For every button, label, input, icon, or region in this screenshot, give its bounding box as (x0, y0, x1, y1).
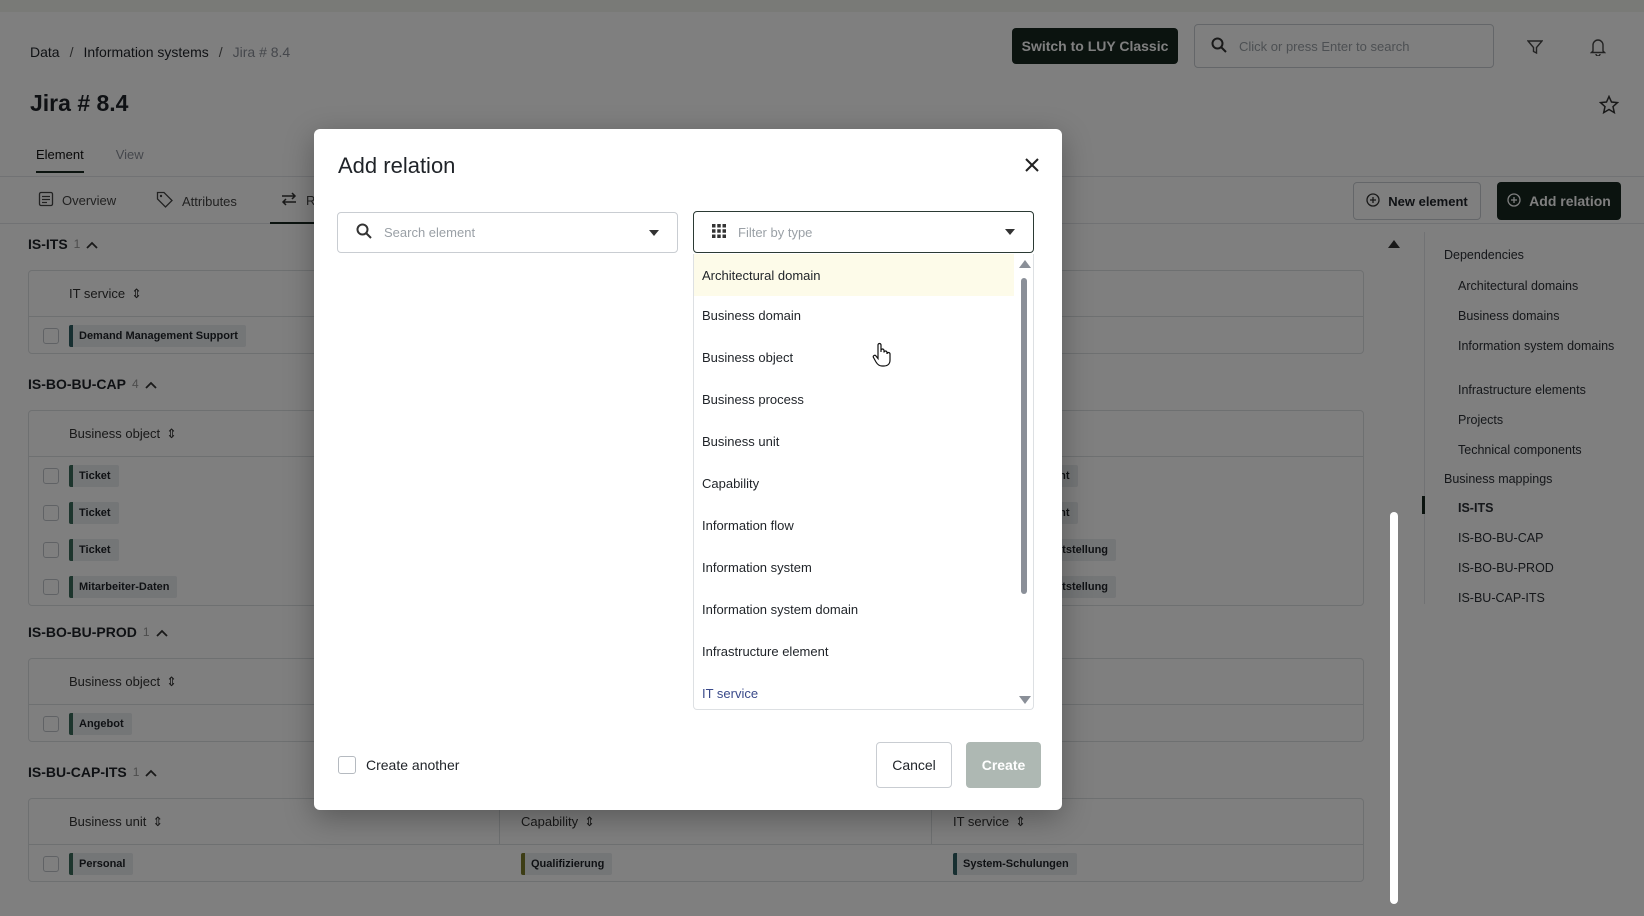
type-option[interactable]: Information flow (694, 504, 1014, 546)
create-another-label: Create another (366, 757, 460, 773)
close-icon[interactable] (1020, 153, 1044, 177)
modal-title: Add relation (338, 153, 456, 178)
cancel-button[interactable]: Cancel (876, 742, 952, 788)
search-element-input[interactable]: Search element (337, 212, 678, 253)
dropdown-scroll-down-arrow[interactable] (1019, 696, 1031, 704)
hand-cursor-icon (872, 342, 892, 371)
page-scrollbar-thumb[interactable] (1390, 512, 1398, 904)
type-dropdown-list: Architectural domain Business domain Bus… (693, 254, 1034, 710)
type-option[interactable]: IT service (694, 672, 1014, 709)
chevron-down-icon[interactable] (1005, 229, 1015, 235)
type-option[interactable]: Business unit (694, 420, 1014, 462)
create-button[interactable]: Create (966, 742, 1041, 788)
dropdown-scroll-up-arrow[interactable] (1019, 260, 1031, 268)
checkbox-box[interactable] (338, 756, 356, 774)
filter-by-type-placeholder: Filter by type (738, 224, 813, 240)
type-option[interactable]: Business process (694, 378, 1014, 420)
type-option[interactable]: Capability (694, 462, 1014, 504)
filter-by-type-select[interactable]: Filter by type (693, 211, 1034, 253)
create-another-checkbox[interactable]: Create another (338, 756, 459, 774)
search-icon (356, 223, 372, 242)
type-option[interactable]: Information system domain (694, 588, 1014, 630)
search-element-placeholder: Search element (384, 225, 476, 240)
type-option[interactable]: Infrastructure element (694, 630, 1014, 672)
type-option[interactable]: Information system (694, 546, 1014, 588)
dropdown-scrollbar-thumb[interactable] (1021, 278, 1027, 594)
chevron-down-icon[interactable] (649, 229, 659, 236)
type-option[interactable]: Architectural domain (694, 254, 1014, 296)
type-option[interactable]: Business domain (694, 294, 1014, 336)
add-relation-modal: Add relation Search element Filter by ty… (314, 129, 1062, 810)
type-option[interactable]: Business object (694, 336, 1014, 378)
grid-icon (712, 223, 726, 241)
